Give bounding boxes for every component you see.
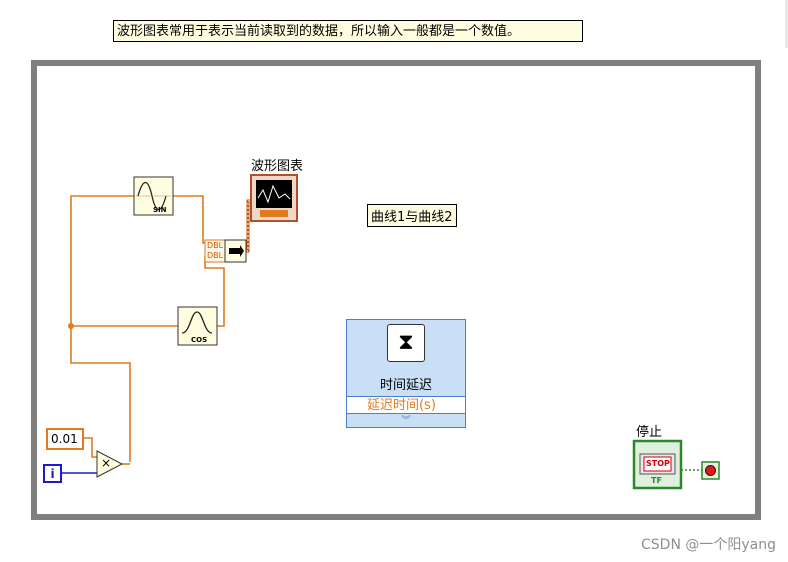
stop-label: 停止 <box>636 425 663 440</box>
stop-tf: TF <box>651 476 662 485</box>
time-delay-vi[interactable]: ⧗ 时间延迟 延迟时间(s) ︾ <box>346 319 466 428</box>
hourglass-icon: ⧗ <box>387 324 425 362</box>
time-delay-title: 时间延迟 <box>379 378 432 393</box>
delay-time-input[interactable]: 延迟时间(s) <box>347 396 465 414</box>
loop-condition[interactable] <box>701 461 720 480</box>
stop-text: STOP <box>646 459 670 468</box>
multiply-symbol: × <box>101 456 112 470</box>
constant-0-01[interactable]: 0.01 <box>46 428 84 450</box>
dbl-wires <box>70 195 251 465</box>
curve-label: 曲线1与曲线2 <box>367 204 457 227</box>
waveform-chart-terminal[interactable] <box>250 174 298 222</box>
build-input-1: DBL <box>207 241 224 250</box>
chart-label: 波形图表 <box>251 159 304 174</box>
wires-layer <box>62 174 720 490</box>
wire-junction <box>68 323 74 329</box>
build-input-2: DBL <box>207 251 224 260</box>
watermark: CSDN @一个阳yang <box>641 537 776 553</box>
sin-label: SIN <box>153 206 167 214</box>
cos-label: COS <box>191 336 208 344</box>
expand-chevron-icon[interactable]: ︾ <box>347 416 465 426</box>
iteration-terminal[interactable]: i <box>43 464 62 483</box>
